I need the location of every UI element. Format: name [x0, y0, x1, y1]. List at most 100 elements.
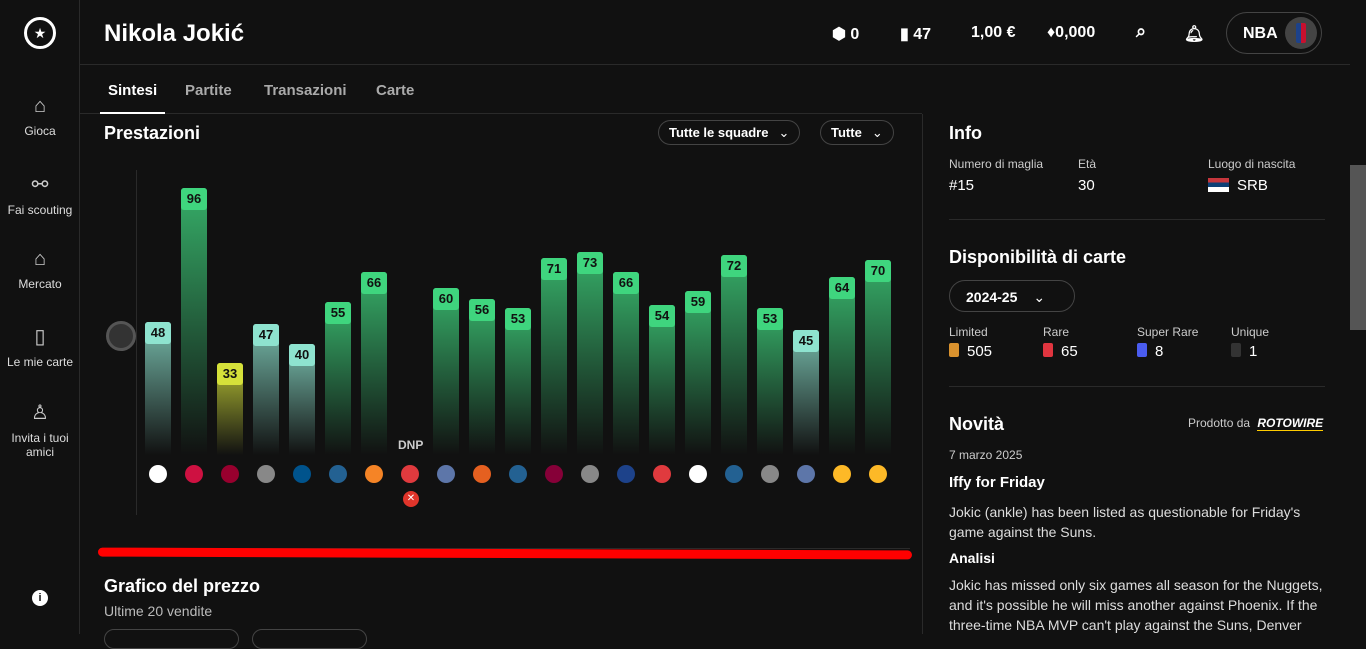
team-logo-icon	[293, 465, 311, 483]
bar-value-label: 96	[181, 188, 207, 211]
chart-bar[interactable]	[505, 307, 531, 455]
card-icon: ▮	[900, 26, 909, 43]
analysis-title: Analisi	[949, 550, 995, 566]
card-rarity-icon	[1231, 343, 1241, 357]
nav-icon: ⌂	[33, 248, 47, 270]
bar-value-label: 73	[577, 252, 603, 275]
sidebar-item-1[interactable]: ⚯ Fai scouting	[0, 172, 80, 217]
bar-value-label: 40	[289, 343, 315, 366]
rarity-count: 505	[949, 343, 992, 360]
sidebar-item-label: Mercato	[18, 277, 62, 291]
team-logo-icon	[365, 465, 383, 483]
chart-axis	[136, 170, 137, 515]
rarity-count: 65	[1043, 343, 1078, 360]
availability-title: Disponibilità di carte	[949, 247, 1127, 267]
rarity-label: Rare	[1043, 325, 1070, 339]
performance-title: Prestazioni	[104, 123, 201, 143]
chart-bar[interactable]	[613, 271, 639, 455]
sidebar-item-4[interactable]: ♙ Invita i tuoi amici	[0, 400, 80, 459]
jersey-label: Numero di maglia	[949, 157, 1044, 171]
chart-bar[interactable]	[685, 290, 711, 455]
type-filter-dropdown[interactable]: Tutte ⌄	[820, 120, 894, 145]
analysis-body: Jokic has missed only six games all seas…	[949, 577, 1323, 633]
team-logo-icon	[257, 465, 275, 483]
tab-carte[interactable]: Carte	[376, 82, 414, 99]
red-annotation-stroke	[97, 547, 913, 560]
team-logo-icon	[617, 465, 635, 483]
team-logo-icon	[545, 465, 563, 483]
price-filter-button[interactable]	[252, 629, 367, 649]
chart-bar[interactable]	[829, 277, 855, 455]
sidebar-item-3[interactable]: ▯ Le mie carte	[0, 324, 80, 369]
team-logo-icon	[401, 465, 419, 483]
team-logo-icon	[725, 465, 743, 483]
bar-value-label: 48	[145, 321, 171, 344]
column-divider	[922, 114, 923, 634]
bar-value-label: 71	[541, 257, 567, 280]
divider	[949, 219, 1325, 220]
bar-value-label: 66	[361, 271, 387, 294]
team-filter-dropdown[interactable]: Tutte le squadre ⌄	[658, 120, 801, 145]
chart-bar[interactable]	[469, 299, 495, 455]
tab-transazioni[interactable]: Transazioni	[264, 82, 347, 99]
news-body: Jokic (ankle) has been listed as questio…	[949, 504, 1301, 540]
balance[interactable]: 1,00 €	[971, 24, 1015, 42]
price-chart-title: Grafico del prezzo	[104, 576, 261, 596]
team-logo-icon	[653, 465, 671, 483]
sidebar-item-label: Fai scouting	[7, 203, 73, 217]
team-logo-icon	[149, 465, 167, 483]
chart-bar[interactable]	[433, 288, 459, 455]
team-logo-icon	[581, 465, 599, 483]
team-logo-icon	[797, 465, 815, 483]
app-logo-icon[interactable]: ★	[24, 17, 56, 49]
team-logo-icon	[869, 465, 887, 483]
bar-value-label: 45	[793, 329, 819, 352]
nav-icon: ♙	[31, 402, 49, 424]
serbia-flag-icon	[1208, 178, 1229, 192]
sidebar: ★ ⌂ Gioca ⚯ Fai scouting ⌂ Mercato ▯ Le mie car…	[0, 0, 80, 634]
sidebar-item-label: Le mie carte	[6, 355, 74, 369]
price-filter-button[interactable]	[104, 629, 239, 649]
packs-counter[interactable]: ⬢ 0	[832, 24, 859, 44]
news-headline: Iffy for Friday	[949, 474, 1045, 491]
team-logo-icon	[329, 465, 347, 483]
chart-bar[interactable]	[649, 304, 675, 455]
bar-value-label: 60	[433, 288, 459, 311]
sport-selector[interactable]: NBA	[1226, 12, 1322, 54]
info-icon[interactable]: i	[32, 590, 48, 606]
chart-bar[interactable]	[181, 188, 207, 455]
eth-balance[interactable]: ♦0,000	[1047, 24, 1095, 42]
chart-bar[interactable]	[865, 260, 891, 455]
bar-value-label: 53	[505, 307, 531, 330]
chart-bar[interactable]	[361, 271, 387, 455]
card-rarity-icon	[1043, 343, 1053, 357]
nav-icon: ⚯	[31, 174, 49, 196]
cards-counter[interactable]: ▮ 47	[900, 24, 931, 44]
bell-icon[interactable]: 🔔︎	[1184, 24, 1204, 44]
rarity-label: Unique	[1231, 325, 1270, 339]
team-logo-icon	[437, 465, 455, 483]
bar-value-label: 47	[253, 324, 279, 347]
chart-bar[interactable]	[721, 254, 747, 455]
chart-bar[interactable]	[757, 307, 783, 455]
chart-bar[interactable]	[577, 252, 603, 455]
bar-value-label: 54	[649, 304, 675, 327]
rarity-label: Limited	[949, 325, 988, 339]
bar-value-label: 53	[757, 307, 783, 330]
search-icon[interactable]: ⌕	[1136, 21, 1146, 42]
bar-value-label: 70	[865, 260, 891, 283]
rarity-count: 8	[1137, 343, 1163, 360]
news-title: Novità	[949, 414, 1005, 434]
rotowire-logo: ROTOWIRE	[1257, 416, 1324, 431]
tab-sintesi[interactable]: Sintesi	[99, 82, 166, 114]
team-logo-icon	[689, 465, 707, 483]
sidebar-item-2[interactable]: ⌂ Mercato	[0, 248, 80, 291]
chart-bar[interactable]	[325, 302, 351, 455]
sidebar-item-0[interactable]: ⌂ Gioca	[0, 95, 80, 138]
chart-bar[interactable]	[541, 257, 567, 455]
scrollbar-thumb[interactable]	[1350, 165, 1366, 330]
tab-partite[interactable]: Partite	[185, 82, 232, 99]
season-dropdown[interactable]: 2024-25 ⌄	[949, 280, 1075, 312]
dnp-label: DNP	[398, 438, 424, 452]
info-title: Info	[949, 123, 982, 143]
